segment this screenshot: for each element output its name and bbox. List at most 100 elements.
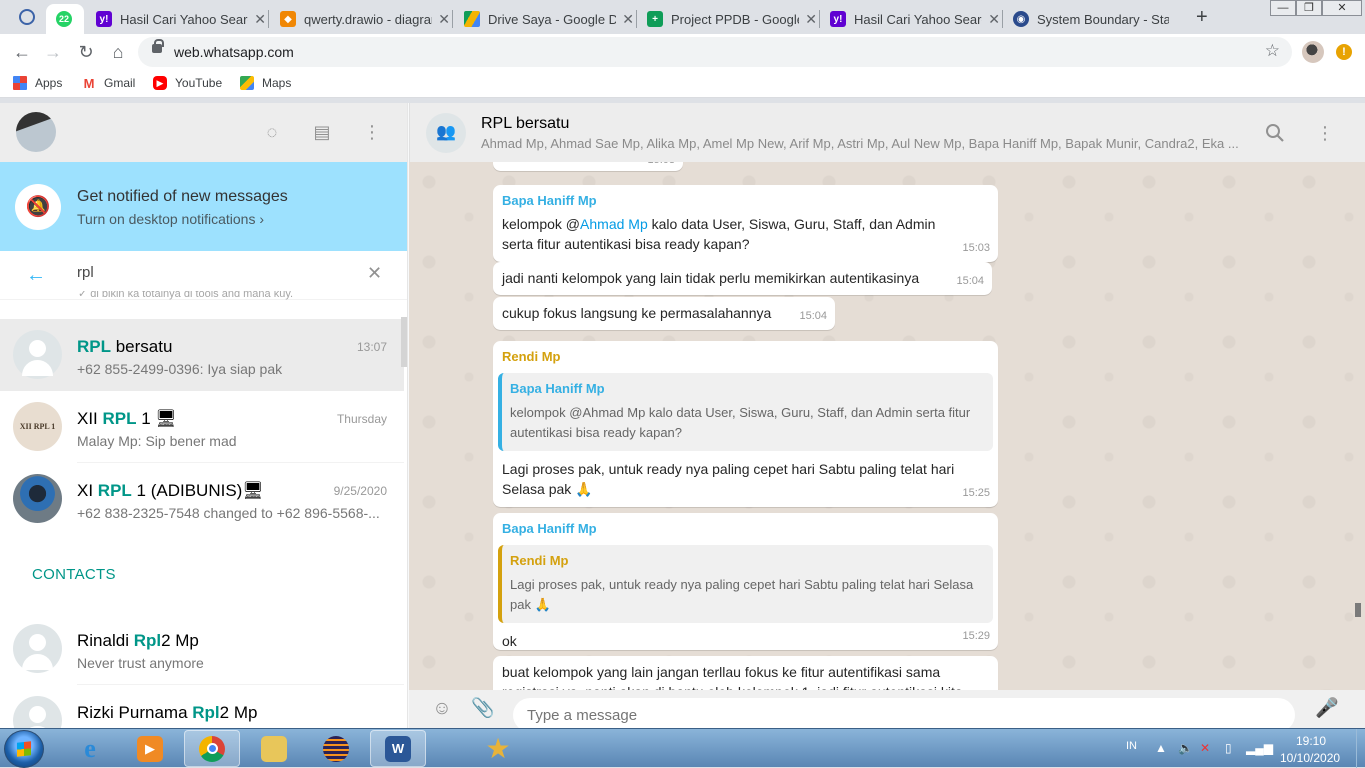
bookmark-label: Apps	[35, 76, 63, 90]
bookmark-youtube[interactable]: ▶ YouTube	[153, 76, 222, 90]
show-hidden-icons-icon[interactable]: ▲	[1155, 741, 1167, 755]
back-arrow-icon[interactable]: ←	[26, 264, 46, 287]
tab-yahoo-search-1[interactable]: y! Hasil Cari Yahoo Search ✕	[96, 4, 266, 34]
sidebar-scrollbar[interactable]	[401, 317, 407, 367]
group-avatar: XII RPL 1	[13, 402, 62, 451]
new-chat-icon[interactable]: ▤	[311, 121, 333, 143]
conversation-header[interactable]: 👥 RPL bersatu Ahmad Mp, Ahmad Sae Mp, Al…	[409, 103, 1365, 162]
tab-staruml[interactable]: ◉ System Boundary - Star UML	[1013, 4, 1188, 34]
contact-row-rinaldi[interactable]: Rinaldi Rpl2 Mp Never trust anymore	[0, 613, 404, 685]
media-player-icon: ▶	[137, 735, 163, 762]
browser-tab-strip: 22 y! Hasil Cari Yahoo Search ✕ ◆ qwerty…	[0, 0, 1365, 34]
language-indicator[interactable]: IN	[1126, 740, 1137, 752]
truncated-row-text: ✓ di bikin ka totalnya di tools and mana…	[78, 291, 294, 300]
taskbar-staruml[interactable]: ★	[470, 730, 526, 767]
group-avatar[interactable]: 👥	[426, 113, 466, 153]
message-bubble: jadi nanti kelompok yang lain tidak perl…	[493, 262, 992, 295]
taskbar-eclipse[interactable]	[308, 730, 364, 767]
quoted-message[interactable]: Bapa Haniff Mp kelompok @Ahmad Mp kalo d…	[498, 373, 993, 451]
new-tab-icon[interactable]: +	[1196, 6, 1208, 29]
chat-row-xii-rpl-1[interactable]: XII RPL 1 XII RPL 1 🖥 Thursday Malay Mp:…	[0, 391, 404, 463]
clock-time[interactable]: 19:10	[1296, 734, 1326, 748]
chat-name: XI RPL 1 (ADIBUNIS)🖥	[77, 481, 264, 500]
tab-title: Drive Saya - Google Drive	[488, 11, 617, 27]
close-window-button[interactable]: ✕	[1322, 0, 1362, 16]
status-icon[interactable]: ◌	[261, 121, 283, 143]
notification-banner[interactable]: 🔕 Get notified of new messages Turn on d…	[0, 162, 407, 251]
bookmark-star-icon[interactable]: ☆	[1265, 41, 1280, 61]
show-desktop-button[interactable]	[1356, 729, 1365, 768]
conversation-title: RPL bersatu	[481, 115, 570, 132]
close-tab-icon[interactable]: ✕	[254, 11, 266, 28]
search-input[interactable]	[77, 264, 347, 281]
taskbar-word[interactable]: W	[370, 730, 426, 767]
tab-google-drive[interactable]: Drive Saya - Google Drive ✕	[464, 4, 634, 34]
mention-link[interactable]: Ahmad Mp	[580, 216, 648, 232]
close-tab-icon[interactable]: ✕	[805, 11, 817, 28]
profile-avatar[interactable]	[1302, 41, 1324, 63]
clear-search-icon[interactable]: ✕	[367, 263, 382, 284]
minimize-window-button[interactable]: —	[1270, 0, 1296, 16]
chat-time: 13:07	[356, 340, 387, 354]
search-icon[interactable]	[1263, 121, 1287, 145]
clock-date[interactable]: 10/10/2020	[1280, 751, 1340, 765]
page-scrollbar[interactable]	[1355, 603, 1361, 617]
sidebar: ◌ ▤ ⋮ 🔕 Get notified of new messages Tur…	[0, 103, 408, 728]
message-bubble: 15:03	[493, 162, 683, 171]
windows-start-button[interactable]	[4, 730, 44, 768]
tab-drawio[interactable]: ◆ qwerty.drawio - diagrams.net ✕	[280, 4, 450, 34]
enable-notifications-link[interactable]: Turn on desktop notifications ›	[77, 211, 264, 227]
forward-arrow-icon[interactable]: →	[42, 41, 64, 63]
close-tab-icon[interactable]: ✕	[622, 11, 634, 28]
tab-title: qwerty.drawio - diagrams.net	[304, 11, 432, 27]
taskbar-media-player[interactable]: ▶	[122, 730, 178, 767]
reload-icon[interactable]: ↻	[75, 41, 97, 63]
tab-yahoo-search-2[interactable]: y! Hasil Cari Yahoo Search ✕	[830, 4, 1000, 34]
bookmark-maps[interactable]: Maps	[240, 76, 291, 90]
chrome-menu-icon[interactable]	[19, 9, 35, 25]
message-input[interactable]	[513, 698, 1295, 728]
url-text[interactable]: web.whatsapp.com	[174, 44, 294, 60]
browser-toolbar: ← → ↻ ⌂ web.whatsapp.com ☆	[0, 34, 1365, 70]
tab-google-sheets[interactable]: + Project PPDB - Google Sheets ✕	[647, 4, 817, 34]
home-icon[interactable]: ⌂	[107, 41, 129, 63]
taskbar-explorer[interactable]	[246, 730, 302, 767]
chat-time: Thursday	[336, 412, 387, 426]
chat-row-rpl-bersatu[interactable]: RPL bersatu 13:07 +62 855-2499-0396: Iya…	[0, 319, 404, 391]
quoted-message[interactable]: Rendi Mp Lagi proses pak, untuk ready ny…	[498, 545, 993, 623]
battery-icon[interactable]: ▯	[1225, 741, 1232, 755]
menu-icon[interactable]: ⋮	[1313, 121, 1337, 145]
microphone-icon[interactable]: 🎤	[1315, 697, 1339, 721]
taskbar-chrome[interactable]	[184, 730, 240, 767]
address-bar[interactable]: web.whatsapp.com ☆	[138, 37, 1292, 67]
bookmark-gmail[interactable]: M Gmail	[82, 76, 135, 91]
group-avatar	[13, 330, 62, 379]
bookmark-apps[interactable]: Apps	[13, 76, 62, 90]
message-sender: Bapa Haniff Mp	[502, 193, 597, 208]
message-bubble: Rendi Mp Bapa Haniff Mp kelompok @Ahmad …	[493, 341, 998, 507]
chat-last-message: Malay Mp: Sip bener mad	[77, 433, 237, 449]
maximize-window-button[interactable]: ❐	[1296, 0, 1322, 16]
menu-icon[interactable]: ⋮	[361, 121, 383, 143]
my-avatar[interactable]	[16, 112, 56, 152]
message-bubble: buat kelompok yang lain jangan terllau f…	[493, 656, 998, 690]
back-arrow-icon[interactable]: ←	[11, 41, 33, 63]
contact-row-rizki[interactable]: Rizki Purnama Rpl2 Mp	[0, 685, 404, 728]
quoted-sender: Bapa Haniff Mp	[510, 381, 605, 396]
signal-icon[interactable]: ▂▄▆	[1246, 741, 1273, 755]
message-text: jadi nanti kelompok yang lain tidak perl…	[502, 270, 920, 286]
close-tab-icon[interactable]: ✕	[988, 11, 1000, 28]
close-tab-icon[interactable]: ✕	[438, 11, 450, 28]
tab-whatsapp[interactable]: 22	[46, 4, 84, 34]
volume-icon[interactable]: 🔈	[1178, 741, 1193, 755]
chat-row-xi-rpl-1[interactable]: XI RPL 1 (ADIBUNIS)🖥 9/25/2020 +62 838-2…	[0, 463, 404, 535]
emoji-icon[interactable]: ☺	[430, 697, 454, 721]
update-alert-icon[interactable]: !	[1336, 44, 1352, 60]
staruml-icon: ◉	[1013, 11, 1029, 27]
taskbar-ie[interactable]: e	[62, 730, 118, 767]
message-bubble: Bapa Haniff Mp kelompok @Ahmad Mp kalo d…	[493, 185, 998, 262]
whatsapp-app: ◌ ▤ ⋮ 🔕 Get notified of new messages Tur…	[0, 103, 1365, 728]
group-avatar	[13, 474, 62, 523]
attach-icon[interactable]: 📎	[471, 697, 495, 721]
network-error-icon[interactable]: ✕	[1200, 741, 1210, 755]
